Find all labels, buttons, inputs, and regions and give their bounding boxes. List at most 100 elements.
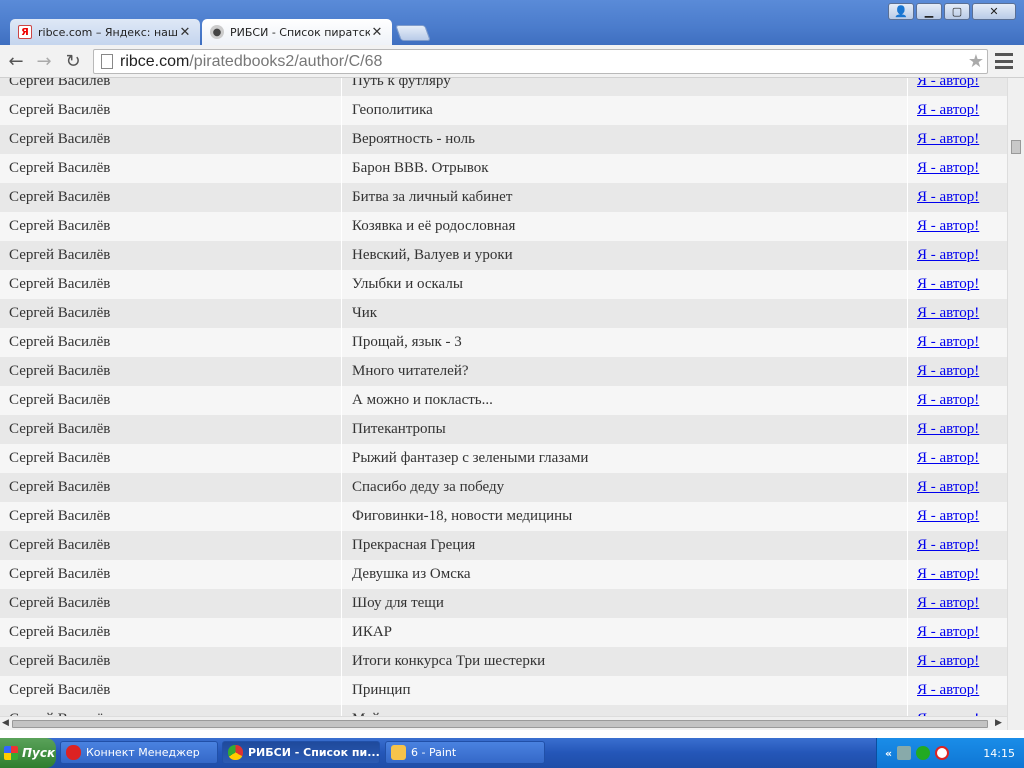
scroll-left-icon[interactable]: ◀ — [2, 718, 9, 728]
author-cell: Сергей Василёв — [0, 589, 342, 618]
close-window-button[interactable]: ✕ — [972, 3, 1016, 20]
tray-expand-icon[interactable]: « — [885, 747, 892, 760]
security-icon[interactable] — [916, 746, 931, 760]
browser-toolbar: ← → ↻ ribce.com/piratedbooks2/author/C/6… — [0, 45, 1024, 78]
network-icon[interactable] — [897, 746, 912, 760]
scrollbar-thumb[interactable] — [12, 720, 988, 728]
task-paint[interactable]: 6 - Paint — [385, 741, 545, 764]
i-am-author-link[interactable]: Я - автор! — [917, 624, 979, 641]
back-button[interactable]: ← — [4, 50, 28, 72]
task-label: РИБСИ - Список пи... — [248, 746, 380, 759]
i-am-author-link[interactable]: Я - автор! — [917, 131, 979, 148]
title-cell: Невский, Валуев и уроки — [342, 241, 908, 270]
title-cell: Геополитика — [342, 96, 908, 125]
vertical-scrollbar[interactable] — [1007, 78, 1024, 730]
author-claim-cell: Я - автор! — [908, 560, 1007, 589]
close-icon[interactable]: ✕ — [370, 25, 384, 40]
table-row: Сергей Василёв Невский, Валуев и уроки Я -… — [0, 241, 1007, 270]
title-cell: Много читателей? — [342, 357, 908, 386]
author-cell: Сергей Василёв — [0, 299, 342, 328]
table-row: Сергей ВасилёвМайЯ - автор! — [0, 705, 1007, 716]
start-button[interactable]: Пуск — [0, 738, 56, 768]
author-cell: Сергей Василёв — [0, 647, 342, 676]
task-connect-manager[interactable]: Коннект Менеджер — [60, 741, 218, 764]
i-am-author-link[interactable]: Я - автор! — [917, 392, 979, 409]
title-cell: Рыжий фантазер с зелеными глазами — [342, 444, 908, 473]
i-am-author-link[interactable]: Я - автор! — [917, 537, 979, 554]
i-am-author-link[interactable]: Я - автор! — [917, 595, 979, 612]
i-am-author-link[interactable]: Я - автор! — [917, 566, 979, 583]
author-cell: Сергей Василёв — [0, 96, 342, 125]
clock: 14:15 — [983, 746, 1015, 760]
table-row: Сергей Василёв Много читателей? Я - автор! — [0, 357, 1007, 386]
task-label: Коннект Менеджер — [86, 746, 200, 759]
i-am-author-link[interactable]: Я - автор! — [917, 160, 979, 177]
task-label: 6 - Paint — [411, 746, 457, 759]
task-chrome[interactable]: РИБСИ - Список пи... — [222, 741, 380, 764]
reload-button[interactable]: ↻ — [61, 50, 85, 72]
windows-flag-icon — [4, 746, 18, 760]
i-am-author-link[interactable]: Я - автор! — [917, 653, 979, 670]
table-row: Сергей Василёв Прекрасная Греция Я - автор… — [0, 531, 1007, 560]
author-claim-cell: Я - автор! — [908, 531, 1007, 560]
i-am-author-link[interactable]: Я - автор! — [917, 305, 979, 322]
i-am-author-link[interactable]: Я - автор! — [917, 334, 979, 351]
system-tray: « 14:15 — [876, 738, 1024, 768]
address-bar[interactable]: ribce.com/piratedbooks2/author/C/68 ★ — [93, 49, 988, 74]
author-claim-cell: Я - автор! — [908, 386, 1007, 415]
author-cell: Сергей Василёв — [0, 502, 342, 531]
author-claim-cell: Я - автор! — [908, 154, 1007, 183]
scroll-right-icon[interactable]: ▶ — [995, 718, 1002, 728]
i-am-author-link[interactable]: Я - автор! — [917, 682, 979, 699]
title-cell: Чик — [342, 299, 908, 328]
minimize-button[interactable]: ▁ — [916, 3, 942, 20]
scrollbar-thumb[interactable] — [1011, 140, 1021, 154]
i-am-author-link[interactable]: Я - автор! — [917, 363, 979, 380]
author-claim-cell: Я - автор! — [908, 589, 1007, 618]
author-claim-cell: Я - автор! — [908, 328, 1007, 357]
table-row: Сергей Василёв Битва за личный кабинет Я -… — [0, 183, 1007, 212]
url-host: ribce.com — [120, 52, 190, 70]
i-am-author-link[interactable]: Я - автор! — [917, 276, 979, 293]
title-cell: Фиговинки-18, новости медицины — [342, 502, 908, 531]
title-cell: Спасибо деду за победу — [342, 473, 908, 502]
horizontal-scrollbar[interactable]: ◀ ▶ — [0, 716, 1007, 730]
tab-ribce[interactable]: ● РИБСИ - Список пиратских ✕ — [202, 19, 392, 45]
chrome-icon — [228, 745, 243, 760]
forward-button[interactable]: → — [32, 50, 56, 72]
table-row: Сергей Василёв Козявка и её родословная Я … — [0, 212, 1007, 241]
author-claim-cell: Я - автор! — [908, 125, 1007, 154]
author-claim-cell: Я - автор! — [908, 444, 1007, 473]
i-am-author-link[interactable]: Я - автор! — [917, 479, 979, 496]
yandex-tray-icon[interactable] — [935, 746, 950, 760]
table-row: Сергей Василёв Чик Я - автор! — [0, 299, 1007, 328]
close-icon[interactable]: ✕ — [178, 25, 192, 40]
i-am-author-link[interactable]: Я - автор! — [917, 102, 979, 119]
opera-icon — [66, 745, 81, 760]
tab-yandex[interactable]: Я ribce.com – Яндекс: нашлос ✕ — [10, 19, 200, 45]
title-cell: ИКАР — [342, 618, 908, 647]
books-table: Сергей Василёв Путь к футляру Я - автор! Се… — [0, 78, 1007, 716]
i-am-author-link[interactable]: Я - автор! — [917, 450, 979, 467]
title-cell: А можно и покласть... — [342, 386, 908, 415]
tab-title: РИБСИ - Список пиратских — [230, 25, 370, 39]
i-am-author-link[interactable]: Я - автор! — [917, 247, 979, 264]
menu-icon[interactable] — [995, 53, 1013, 69]
bookmark-star-icon[interactable]: ★ — [965, 51, 987, 72]
i-am-author-link[interactable]: Я - автор! — [917, 78, 979, 90]
i-am-author-link[interactable]: Я - автор! — [917, 218, 979, 235]
new-tab-button[interactable] — [395, 25, 431, 41]
author-claim-cell: Я - автор! — [908, 212, 1007, 241]
title-cell: Принцип — [342, 676, 908, 705]
i-am-author-link[interactable]: Я - автор! — [917, 189, 979, 206]
title-cell: Барон ВВВ. Отрывок — [342, 154, 908, 183]
table-row: Сергей Василёв Шоу для тещи Я - автор! — [0, 589, 1007, 618]
i-am-author-link[interactable]: Я - автор! — [917, 508, 979, 525]
user-icon[interactable]: 👤 — [888, 3, 914, 20]
author-cell: Сергей Василёв — [0, 357, 342, 386]
url-text[interactable]: ribce.com/piratedbooks2/author/C/68 — [120, 53, 965, 71]
i-am-author-link[interactable]: Я - автор! — [917, 421, 979, 438]
table-row: Сергей Василёв Рыжий фантазер с зелеными … — [0, 444, 1007, 473]
maximize-button[interactable]: ▢ — [944, 3, 970, 20]
table-row: Сергей Василёв Фиговинки-18, новости меди… — [0, 502, 1007, 531]
